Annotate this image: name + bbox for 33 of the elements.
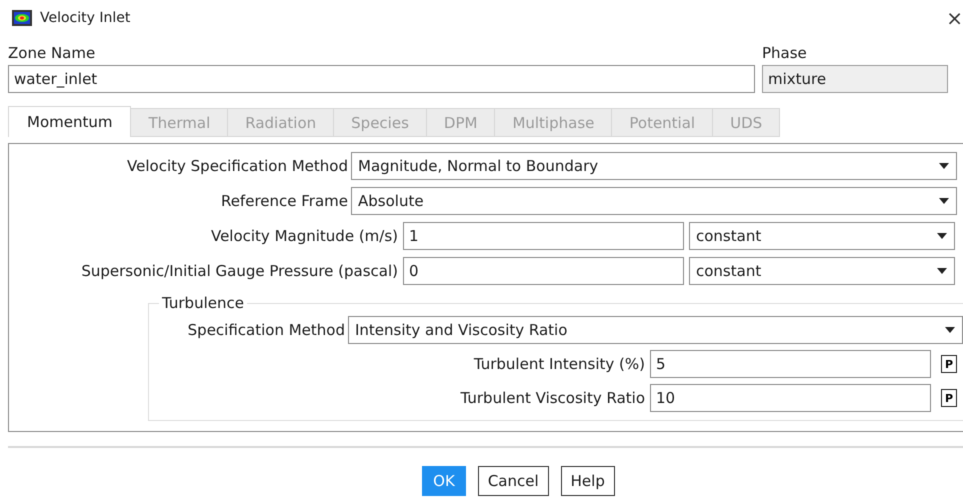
field-label: Reference Frame [220, 192, 348, 210]
window-title: Velocity Inlet [40, 10, 130, 26]
value-field[interactable]: 1 [403, 222, 684, 250]
parameter-button[interactable]: P [941, 389, 957, 407]
dropdown-caret-icon [944, 326, 956, 334]
dropdown[interactable]: Magnitude, Normal to Boundary [351, 152, 957, 180]
dialog-button[interactable]: Cancel [478, 466, 549, 496]
field-label: Velocity Magnitude (m/s) [210, 227, 398, 245]
value-field[interactable]: 0 [403, 257, 684, 285]
dropdown[interactable]: Absolute [351, 187, 957, 215]
value-field[interactable]: 5 [650, 350, 931, 378]
field-label: Zone Name [8, 44, 96, 62]
group-title: Turbulence [161, 294, 245, 312]
dropdown[interactable]: constant [689, 222, 955, 250]
dropdown[interactable]: constant [689, 257, 955, 285]
close-button[interactable]: × [946, 6, 963, 30]
dropdown-caret-icon [936, 267, 948, 275]
dropdown[interactable]: Intensity and Viscosity Ratio [348, 316, 963, 344]
field-label: Specification Method [186, 321, 345, 339]
tab[interactable]: Momentum [8, 106, 132, 137]
dialog-button[interactable]: Help [560, 466, 615, 496]
dropdown-caret-icon [938, 197, 950, 205]
field-label: Phase [762, 44, 808, 62]
value-field[interactable]: 10 [650, 384, 931, 412]
parameter-button[interactable]: P [941, 355, 957, 373]
dropdown-caret-icon [938, 162, 950, 170]
field-label: Turbulent Intensity (%) [472, 355, 645, 373]
app-logo-icon [12, 10, 32, 26]
zone-name-field[interactable]: water_inlet [8, 65, 755, 93]
field-label: Supersonic/Initial Gauge Pressure (pascal) [80, 262, 398, 280]
dropdown-caret-icon [936, 232, 948, 240]
field-label: Velocity Specification Method [126, 157, 348, 175]
field-label: Turbulent Viscosity Ratio [460, 389, 645, 407]
